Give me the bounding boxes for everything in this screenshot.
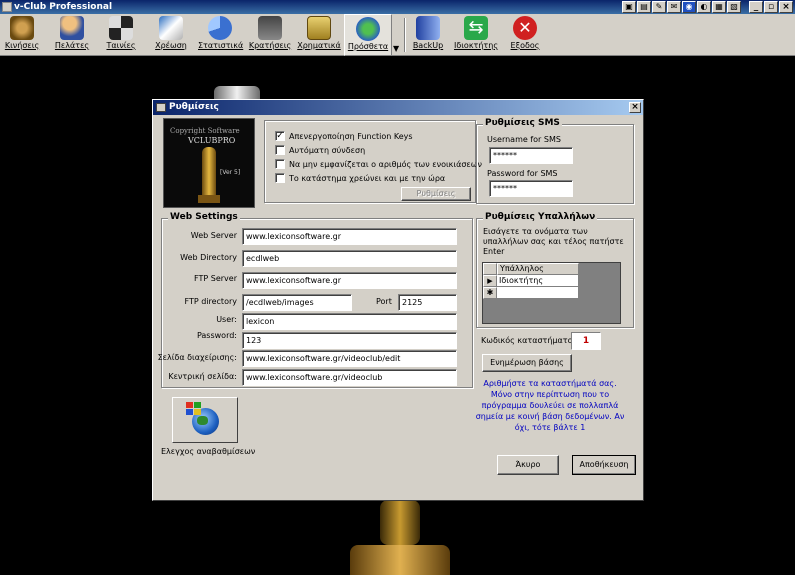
money-icon — [307, 16, 331, 40]
save-button[interactable]: Αποθήκευση — [572, 455, 636, 475]
toolbar-backup-button[interactable]: BackUp — [410, 14, 446, 56]
exit-icon: ✕ — [513, 16, 537, 40]
ftp-server-input[interactable]: www.lexiconsoftware.gr — [242, 272, 457, 289]
dialog-close-button[interactable]: × — [629, 102, 641, 113]
toolbar-customers-button[interactable]: Πελάτες — [50, 14, 94, 56]
store-code-note: Αριθμήστε τα καταστήματά σας. Μόνο στην … — [475, 379, 625, 432]
backup-icon — [416, 16, 440, 40]
cancel-button[interactable]: Άκυρο — [497, 455, 559, 475]
admin-page-input[interactable]: www.lexiconsoftware.gr/videoclub/edit — [242, 350, 457, 367]
tray-icon[interactable]: ✉ — [667, 1, 681, 13]
tray-icon[interactable]: ◐ — [697, 1, 711, 13]
toolbar-statistics-button[interactable]: Στατιστικά — [198, 14, 243, 56]
options-group: ✓ Απενεργοποίηση Function Keys Αυτόματη … — [264, 120, 482, 203]
checkmark-icon: ✓ — [275, 131, 285, 141]
check-updates-button[interactable] — [172, 397, 238, 443]
toolbar-reservations-button[interactable]: Κρατήσεις — [248, 14, 292, 56]
sms-username-input[interactable]: ****** — [489, 147, 573, 164]
minimize-button[interactable]: _ — [749, 1, 763, 13]
update-database-button[interactable]: Ενημέρωση βάσης — [482, 354, 572, 372]
tray-icon[interactable]: ✎ — [652, 1, 666, 13]
ftp-password-input[interactable]: 123 — [242, 332, 457, 349]
app-title-bar: v-Club Professional ▣ ▤ ✎ ✉ ◉ ◐ ▦ ▧ _ ▫ … — [0, 0, 795, 14]
toolbar-owner-button[interactable]: ⇆ Ιδιοκτήτης — [452, 14, 500, 56]
app-icon — [2, 2, 12, 12]
pie-chart-icon — [208, 16, 232, 40]
tray-icon[interactable]: ▤ — [637, 1, 651, 13]
vclubpro-logo: Copyright Software VCLUBPRO [Ver 5] — [163, 118, 255, 208]
background-statue — [350, 500, 450, 575]
film-reel-icon — [10, 16, 34, 40]
ftp-port-input[interactable]: 2125 — [398, 294, 457, 311]
sms-settings-group: Ρυθμίσεις SMS Username for SMS ****** Pa… — [476, 118, 634, 204]
dialog-title: Ρυθμίσεις — [169, 102, 219, 112]
current-row-marker-icon: ▶ — [483, 275, 497, 287]
addons-icon — [356, 17, 380, 41]
web-group-title: Web Settings — [168, 212, 240, 222]
main-toolbar: Κινήσεις Πελάτες Ταινίες Χρέωση Στατιστι… — [0, 14, 795, 56]
dialog-icon — [156, 103, 166, 112]
toolbar-billing-button[interactable]: Χρέωση — [150, 14, 192, 56]
employee-new-row[interactable] — [497, 287, 579, 299]
home-page-input[interactable]: www.lexiconsoftware.gr/videoclub — [242, 369, 457, 386]
reservations-icon — [258, 16, 282, 40]
web-directory-input[interactable]: ecdlweb — [242, 250, 457, 267]
web-server-input[interactable]: www.lexiconsoftware.gr — [242, 228, 457, 245]
new-row-marker-icon: ✱ — [483, 287, 497, 299]
employees-grid[interactable]: Υπάλληλος ▶ Ιδιοκτήτης ✱ — [482, 262, 621, 324]
movies-icon — [109, 16, 133, 40]
store-code-input[interactable]: 1 — [571, 332, 601, 350]
background-statue-top — [214, 86, 260, 99]
app-title: v-Club Professional — [14, 2, 113, 12]
addons-dropdown-chevron-icon[interactable]: ▼ — [393, 44, 399, 53]
check-updates-label: Ελεγχος αναβαθμίσεων — [161, 447, 256, 456]
tray-icon[interactable]: ▦ — [712, 1, 726, 13]
toolbar-movements-button[interactable]: Κινήσεις — [2, 14, 42, 56]
tray-icon[interactable]: ▧ — [727, 1, 741, 13]
store-code-label: Κωδικός καταστήματος — [481, 336, 578, 345]
employee-column-header[interactable]: Υπάλληλος — [497, 263, 579, 275]
toolbar-addons-button[interactable]: Πρόσθετα — [344, 14, 392, 56]
sms-password-input[interactable]: ****** — [489, 180, 573, 197]
sms-group-title: Ρυθμίσεις SMS — [483, 118, 562, 128]
oscar-statue-icon — [202, 147, 216, 197]
ftp-directory-input[interactable]: /ecdlweb/images — [242, 294, 352, 311]
ftp-user-input[interactable]: lexicon — [242, 313, 457, 330]
restore-button[interactable]: ▫ — [764, 1, 778, 13]
dialog-title-bar: Ρυθμίσεις × — [153, 100, 643, 115]
close-button[interactable]: × — [779, 1, 793, 13]
employee-row[interactable]: Ιδιοκτήτης — [497, 275, 579, 287]
hourly-billing-checkbox[interactable]: Το κατάστημα χρεώνει και με την ώρα — [275, 173, 445, 183]
windows-flag-icon — [186, 402, 202, 416]
auto-connect-checkbox[interactable]: Αυτόματη σύνδεση — [275, 145, 365, 155]
owner-icon: ⇆ — [464, 16, 488, 40]
disable-function-keys-checkbox[interactable]: ✓ Απενεργοποίηση Function Keys — [275, 131, 413, 141]
toolbar-exit-button[interactable]: ✕ Εξοδος — [506, 14, 544, 56]
customers-icon — [60, 16, 84, 40]
billing-icon — [159, 16, 183, 40]
toolbar-movies-button[interactable]: Ταινίες — [100, 14, 142, 56]
tray-icon[interactable]: ▣ — [622, 1, 636, 13]
employees-group-title: Ρυθμίσεις Υπαλλήλων — [483, 212, 598, 222]
settings-button[interactable]: Ρυθμίσεις — [401, 187, 471, 201]
toolbar-money-button[interactable]: Χρηματικά — [296, 14, 342, 56]
hide-rentals-count-checkbox[interactable]: Να μην εμφανίζεται ο αριθμός των ενοικιά… — [275, 159, 482, 169]
tray-icon[interactable]: ◉ — [682, 1, 696, 13]
